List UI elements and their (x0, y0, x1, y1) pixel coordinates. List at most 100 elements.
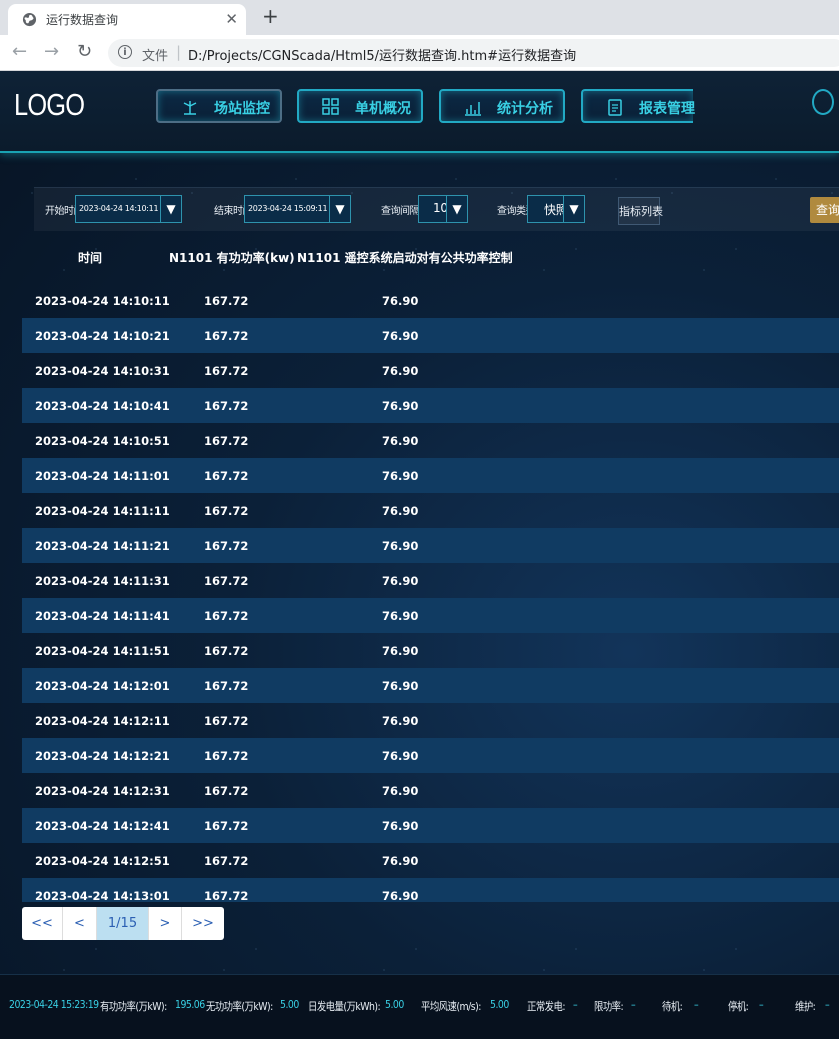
cell-active-power: 167.72 (204, 679, 249, 693)
footer-datetime: 2023-04-24 15:23:19 (9, 998, 99, 1011)
chevron-down-icon[interactable]: ▼ (563, 196, 584, 222)
table-row[interactable]: 2023-04-24 14:11:31 167.72 76.90 (22, 563, 839, 598)
cell-active-power: 167.72 (204, 644, 249, 658)
table-row[interactable]: 2023-04-24 14:11:21 167.72 76.90 (22, 528, 839, 563)
avg-wind-label: 平均风速(m/s): (421, 1000, 481, 1013)
prev-page-button[interactable]: < (63, 907, 97, 940)
cell-time: 2023-04-24 14:10:51 (35, 434, 170, 448)
chevron-down-icon[interactable]: ▼ (446, 196, 467, 222)
table-row[interactable]: 2023-04-24 14:12:51 167.72 76.90 (22, 843, 839, 878)
table-row[interactable]: 2023-04-24 14:10:41 167.72 76.90 (22, 388, 839, 423)
avg-wind-value: 5.00 (490, 998, 509, 1011)
clipboard-icon (608, 99, 622, 116)
interval-select[interactable]: 10 ▼ (418, 195, 468, 223)
info-icon[interactable]: i (118, 45, 132, 59)
limited-power-value: – (631, 998, 636, 1011)
browser-tabbar: 运行数据查询 ✕ + (0, 0, 839, 35)
current-page: 1/15 (97, 907, 149, 940)
cell-active-power: 167.72 (204, 329, 249, 343)
back-icon[interactable]: ← (12, 42, 27, 62)
grid-icon (322, 98, 339, 115)
reload-icon[interactable]: ↻ (77, 42, 92, 62)
table-row[interactable]: 2023-04-24 14:11:51 167.72 76.90 (22, 633, 839, 668)
query-type-select[interactable]: 快照 ▼ (527, 195, 585, 223)
start-time-select[interactable]: 2023-04-24 14:10:11 ▼ (75, 195, 182, 223)
cell-active-power: 167.72 (204, 504, 249, 518)
stopped-value: – (759, 998, 764, 1011)
table-row[interactable]: 2023-04-24 14:10:11 167.72 76.90 (22, 283, 839, 318)
standby-value: – (694, 998, 699, 1011)
cell-remote-control: 76.90 (382, 609, 419, 623)
nav-reports[interactable]: 报表管理 (581, 89, 695, 123)
cell-remote-control: 76.90 (382, 679, 419, 693)
normal-gen-label: 正常发电: (527, 1000, 566, 1013)
chevron-down-icon[interactable]: ▼ (160, 196, 181, 222)
browser-tab[interactable]: 运行数据查询 ✕ (8, 4, 246, 35)
daily-energy-value: 5.00 (385, 998, 404, 1011)
cell-time: 2023-04-24 14:11:21 (35, 539, 170, 553)
cell-active-power: 167.72 (204, 364, 249, 378)
end-time-select[interactable]: 2023-04-24 15:09:11 ▼ (244, 195, 351, 223)
table-row[interactable]: 2023-04-24 14:12:01 167.72 76.90 (22, 668, 839, 703)
pagination: << < 1/15 > >> (22, 907, 224, 940)
table-row[interactable]: 2023-04-24 14:12:11 167.72 76.90 (22, 703, 839, 738)
cell-time: 2023-04-24 14:10:11 (35, 294, 170, 308)
column-header-time: 时间 (78, 251, 103, 265)
table-row[interactable]: 2023-04-24 14:12:31 167.72 76.90 (22, 773, 839, 808)
table-row[interactable]: 2023-04-24 14:13:01 167.72 76.90 (22, 878, 839, 902)
cell-active-power: 167.72 (204, 469, 249, 483)
cell-active-power: 167.72 (204, 399, 249, 413)
nav-unit-overview[interactable]: 单机概况 (297, 89, 423, 123)
table-row[interactable]: 2023-04-24 14:10:21 167.72 76.90 (22, 318, 839, 353)
reactive-power-value: 5.00 (280, 998, 299, 1011)
standby-label: 待机: (662, 1000, 683, 1013)
address-url[interactable]: D:/Projects/CGNScada/Html5/运行数据查询.htm#运行… (188, 45, 576, 64)
column-header-active-power: N1101 有功功率(kw) (169, 251, 295, 265)
user-icon[interactable] (812, 89, 834, 115)
address-bar[interactable]: i 文件 | D:/Projects/CGNScada/Html5/运行数据查询… (108, 39, 839, 67)
interval-label: 查询间隔: (381, 206, 422, 217)
limited-power-label: 限功率: (594, 1000, 624, 1013)
last-page-button[interactable]: >> (182, 907, 224, 940)
cell-remote-control: 76.90 (382, 399, 419, 413)
table-body[interactable]: 2023-04-24 14:10:11 167.72 76.90 2023-04-24… (22, 283, 839, 902)
indicator-list-button[interactable]: 指标列表 (618, 197, 663, 225)
cell-active-power: 167.72 (204, 294, 249, 308)
normal-gen-value: – (573, 998, 578, 1011)
cell-remote-control: 76.90 (382, 714, 419, 728)
table-row[interactable]: 2023-04-24 14:12:41 167.72 76.90 (22, 808, 839, 843)
forward-icon[interactable]: → (44, 42, 59, 62)
cell-time: 2023-04-24 14:12:21 (35, 749, 170, 763)
status-footer: 2023-04-24 15:23:19 有功功率(万kW): 195.06 无功… (0, 974, 839, 1039)
stopped-label: 停机: (728, 1000, 749, 1013)
indicator-list-label: 指标列表 (619, 205, 663, 218)
cell-active-power: 167.72 (204, 609, 249, 623)
cell-active-power: 167.72 (204, 714, 249, 728)
new-tab-button[interactable]: + (262, 6, 279, 26)
chevron-down-icon[interactable]: ▼ (329, 196, 350, 222)
next-page-button[interactable]: > (149, 907, 182, 940)
cell-time: 2023-04-24 14:10:21 (35, 329, 170, 343)
tab-close-icon[interactable]: ✕ (225, 10, 238, 28)
query-button[interactable]: 查询 (810, 197, 839, 223)
cell-time: 2023-04-24 14:12:51 (35, 854, 170, 868)
first-page-button[interactable]: << (22, 907, 63, 940)
table-row[interactable]: 2023-04-24 14:10:31 167.72 76.90 (22, 353, 839, 388)
table-row[interactable]: 2023-04-24 14:11:11 167.72 76.90 (22, 493, 839, 528)
cell-time: 2023-04-24 14:10:41 (35, 399, 170, 413)
nav-statistics[interactable]: 统计分析 (439, 89, 565, 123)
table-row[interactable]: 2023-04-24 14:11:41 167.72 76.90 (22, 598, 839, 633)
cell-time: 2023-04-24 14:10:31 (35, 364, 170, 378)
address-file-label: 文件 (142, 49, 169, 64)
maintenance-value: – (825, 998, 830, 1011)
table-row[interactable]: 2023-04-24 14:12:21 167.72 76.90 (22, 738, 839, 773)
cell-remote-control: 76.90 (382, 364, 419, 378)
cell-time: 2023-04-24 14:11:41 (35, 609, 170, 623)
nav-station-monitor[interactable]: 场站监控 (156, 89, 282, 123)
nav-label: 单机概况 (355, 101, 411, 117)
cell-remote-control: 76.90 (382, 889, 419, 902)
cell-remote-control: 76.90 (382, 819, 419, 833)
table-row[interactable]: 2023-04-24 14:10:51 167.72 76.90 (22, 423, 839, 458)
table-row[interactable]: 2023-04-24 14:11:01 167.72 76.90 (22, 458, 839, 493)
cell-remote-control: 76.90 (382, 749, 419, 763)
